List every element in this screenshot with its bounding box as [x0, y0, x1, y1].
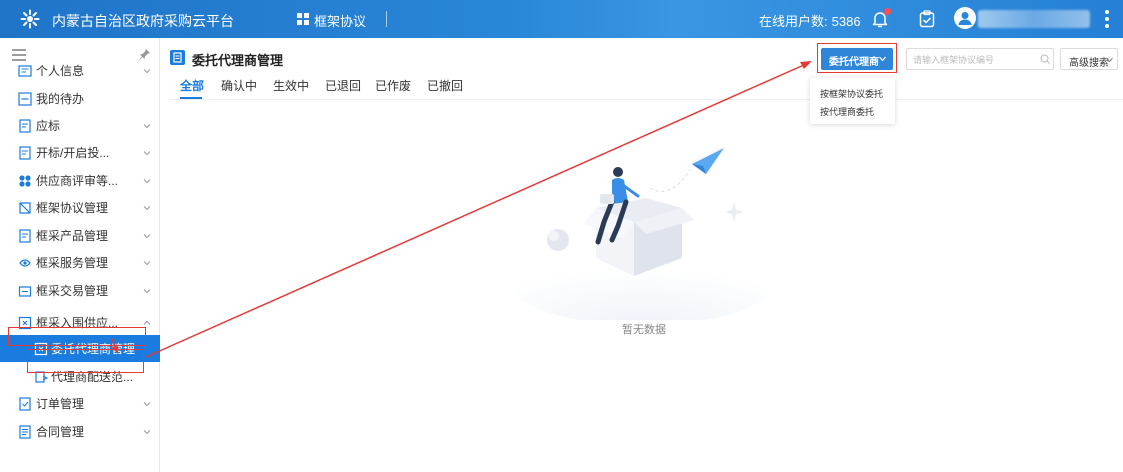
chevron-down-icon — [143, 178, 151, 183]
sidebar-item[interactable]: 框采产品管理 — [0, 222, 160, 249]
search-field[interactable] — [906, 48, 1054, 70]
app-window: 内蒙古自治区政府采购云平台 框架协议 在线用户数: 5386 个人信息 我的待办… — [0, 0, 1123, 472]
annotation-box-agent-button — [817, 43, 897, 73]
document-icon — [18, 228, 32, 243]
chevron-down-icon — [143, 288, 151, 293]
chevron-down-icon — [143, 150, 151, 155]
online-users: 在线用户数: 5386 — [759, 11, 861, 30]
sidebar-item[interactable]: 框采交易管理 — [0, 277, 160, 304]
app-title: 内蒙古自治区政府采购云平台 — [52, 13, 234, 29]
header-divider — [386, 11, 387, 27]
document-icon — [18, 145, 32, 160]
sidebar-item-label: 框采交易管理 — [36, 284, 109, 298]
todo-icon — [18, 91, 32, 106]
sidebar-item-label: 供应商评审等... — [36, 174, 119, 188]
document-icon — [18, 118, 32, 133]
chevron-down-icon — [143, 401, 151, 406]
clipboard-check-icon[interactable] — [919, 10, 935, 28]
online-users-count: 5386 — [831, 14, 861, 29]
sidebar-item[interactable]: 我的待办 — [0, 85, 160, 112]
page-doc-icon — [170, 50, 185, 65]
sidebar-item[interactable]: 合同管理 — [0, 418, 160, 445]
sidebar-item-label: 框采服务管理 — [36, 256, 109, 270]
top-bar: 内蒙古自治区政府采购云平台 框架协议 在线用户数: 5386 — [0, 0, 1123, 38]
delegate-dropdown-menu: 按框架协议委托 按代理商委托 — [810, 78, 895, 124]
empty-state-illustration — [512, 148, 772, 320]
chevron-down-icon — [143, 205, 151, 210]
chevron-down-icon — [143, 68, 151, 73]
tabs-divider — [170, 99, 1123, 100]
user-name-redacted[interactable] — [978, 10, 1090, 28]
page-title: 委托代理商管理 — [192, 53, 284, 68]
chevron-down-icon — [143, 429, 151, 434]
sidebar: 个人信息我的待办应标开标/开启投... 供应商评审等... 框架协议管理 框采产品管理… — [0, 38, 160, 472]
contract-icon — [18, 424, 32, 439]
grid-icon — [297, 13, 309, 25]
service-icon — [18, 256, 32, 270]
tab-3[interactable]: 已退回 — [325, 77, 361, 99]
sidebar-item[interactable]: 供应商评审等... — [0, 167, 160, 194]
annotation-box-active-menu — [27, 349, 144, 373]
advanced-search-label: 高级搜索 — [1069, 58, 1109, 69]
avatar-icon[interactable] — [954, 7, 976, 29]
module-switcher[interactable]: 框架协议 — [314, 11, 366, 30]
sidebar-item[interactable]: 开标/开启投... — [0, 139, 160, 166]
sidebar-item-label: 个人信息 — [36, 64, 85, 78]
search-input[interactable] — [913, 52, 1037, 67]
chevron-down-icon — [143, 260, 151, 265]
sidebar-item-label: 订单管理 — [36, 397, 85, 411]
logo-icon — [20, 9, 40, 29]
sidebar-item-label: 应标 — [36, 119, 61, 133]
order-icon — [18, 396, 32, 411]
online-users-label: 在线用户数: — [759, 14, 828, 29]
sidebar-item-label: 框架协议管理 — [36, 201, 109, 215]
tab-2[interactable]: 生效中 — [273, 77, 309, 99]
sidebar-item[interactable]: 个人信息 — [0, 57, 160, 84]
tab-4[interactable]: 已作废 — [375, 77, 411, 99]
chevron-down-icon — [1106, 57, 1113, 63]
tab-5[interactable]: 已撤回 — [427, 77, 463, 99]
transaction-icon — [18, 284, 32, 298]
notification-dot — [884, 8, 891, 15]
sidebar-item[interactable]: 框架协议管理 — [0, 194, 160, 221]
menu-item-by-framework[interactable]: 按框架协议委托 — [820, 87, 883, 100]
sidebar-item-label: 框采产品管理 — [36, 229, 109, 243]
chevron-down-icon — [143, 233, 151, 238]
chevron-up-icon — [143, 320, 151, 325]
empty-state-text: 暂无数据 — [622, 324, 666, 336]
apps-icon — [18, 174, 32, 188]
id-card-icon — [18, 64, 32, 78]
annotation-arrow-head — [800, 61, 812, 69]
more-vertical-icon[interactable] — [1104, 9, 1110, 29]
chevron-down-icon — [143, 123, 151, 128]
frame-icon — [18, 201, 32, 215]
sidebar-item-label: 开标/开启投... — [36, 146, 110, 160]
search-icon[interactable] — [1040, 54, 1050, 64]
tab-0[interactable]: 全部 — [180, 77, 204, 99]
tab-1[interactable]: 确认中 — [221, 77, 257, 99]
sidebar-item-label: 合同管理 — [36, 425, 85, 439]
sidebar-item[interactable]: 应标 — [0, 112, 160, 139]
annotation-box-parent-menu — [8, 327, 146, 346]
sidebar-item[interactable]: 订单管理 — [0, 390, 160, 417]
sidebar-item[interactable]: 框采服务管理 — [0, 249, 160, 276]
menu-item-by-agent[interactable]: 按代理商委托 — [820, 105, 874, 118]
advanced-search-button[interactable]: 高级搜索 — [1060, 48, 1118, 70]
sidebar-item-label: 我的待办 — [36, 92, 85, 106]
